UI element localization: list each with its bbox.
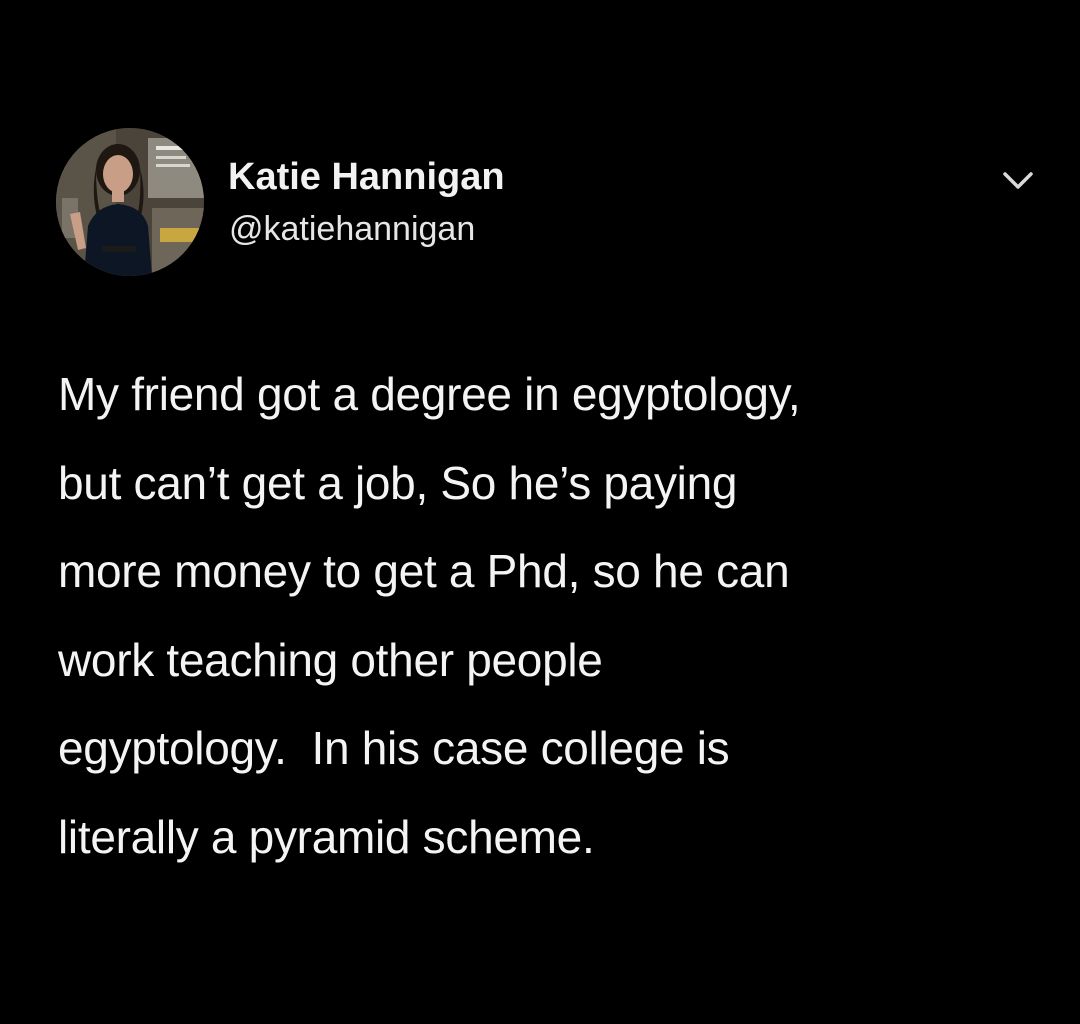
tweet-text: My friend got a degree in egyptology, bu… <box>58 350 1048 882</box>
tweet-text-line: but can’t get a job, So he’s paying <box>58 456 738 509</box>
tweet-menu-button[interactable] <box>992 160 1044 204</box>
profile-photo-icon <box>56 128 204 276</box>
tweet-text-line: work teaching other people <box>58 633 603 686</box>
tweet-text-line: egyptology. In his case college is <box>58 722 730 775</box>
author-handle[interactable]: @katiehannigan <box>229 208 475 250</box>
tweet-text-line: My friend got a degree in egyptology, <box>58 368 801 420</box>
avatar[interactable] <box>56 128 204 276</box>
author-display-name[interactable]: Katie Hannigan <box>228 154 505 200</box>
tweet-text-line: literally a pyramid scheme. <box>58 810 595 863</box>
tweet-card: Katie Hannigan @katiehannigan My friend … <box>0 0 1080 1024</box>
chevron-down-icon <box>1003 172 1033 189</box>
tweet-text-line: more money to get a Phd, so he can <box>58 545 790 598</box>
